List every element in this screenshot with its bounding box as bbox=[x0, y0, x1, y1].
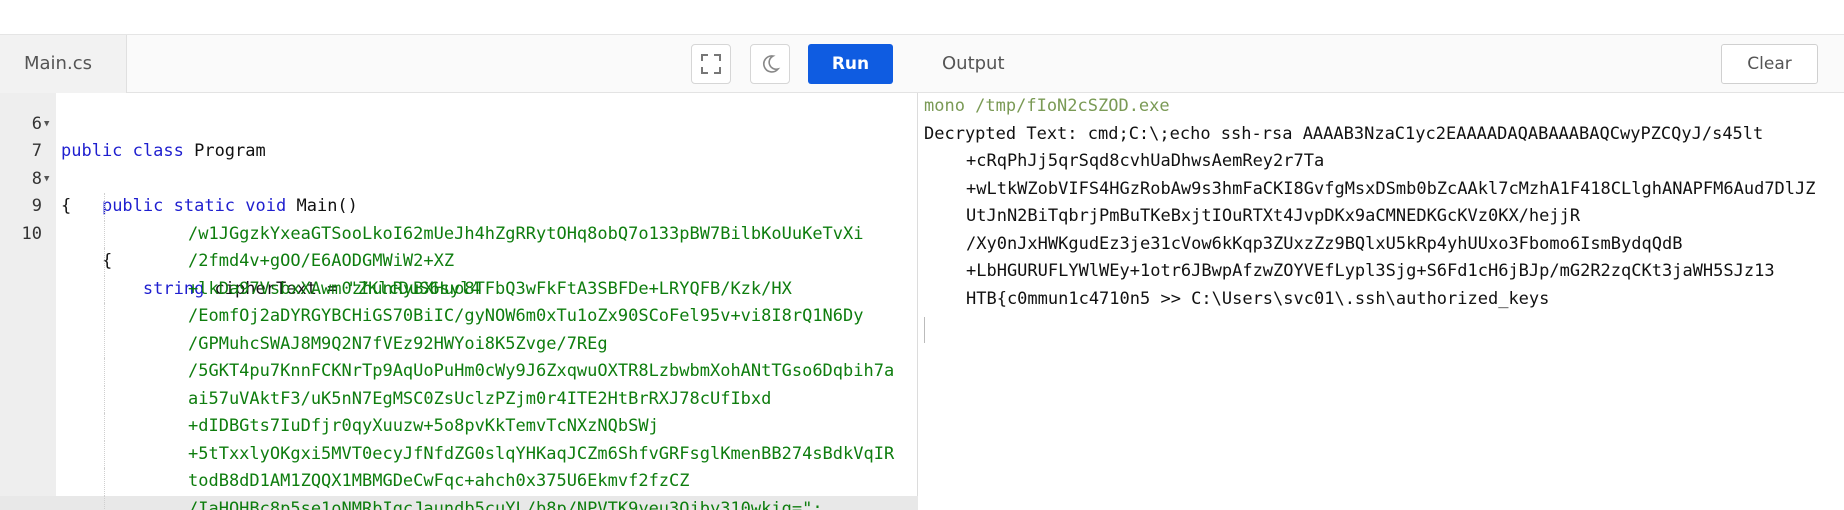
editor-toolbar: Main.cs Run bbox=[0, 35, 918, 93]
output-line: +cRqPhJj5qrSqd8cvhUaDhwsAemRey2r7Ta bbox=[966, 151, 1325, 171]
indent-guide bbox=[104, 248, 105, 276]
tab-main-cs[interactable]: Main.cs bbox=[0, 35, 127, 93]
string-literal-text: /GPMuhcSWAJ8M9Q2N7fVEz92HWYoi8K5Zvge/7RE… bbox=[188, 333, 608, 354]
output-line: +wLtkWZobVIFS4HGzRobAw9s3hmFaCKI8GvfgMsx… bbox=[966, 178, 1816, 199]
top-strip bbox=[0, 0, 1844, 35]
fullscreen-button[interactable] bbox=[691, 44, 731, 84]
code-line-continuation: /2fmd4v+gOO/E6AODGMWiW2+XZ bbox=[0, 248, 918, 276]
string-literal-text: /2fmd4v+gOO/E6AODGMWiW2+XZ bbox=[188, 251, 455, 271]
code-line-continuation: /IaHOHBc8p5se1oNMRbIgcJaundb5cuYL/b8p/NP… bbox=[0, 495, 918, 510]
code-line: 6 public class Program bbox=[0, 93, 918, 162]
string-literal-text: /w1JGgzkYxeaGTSooLkoI62mUeJh4hZgRRytOHq8… bbox=[188, 223, 864, 244]
string-literal-text: +lkDa97VsbxXAwm0zhunRyBXHuo8TFbQ3wFkFtA3… bbox=[188, 278, 792, 299]
indent-guide bbox=[104, 413, 105, 441]
string-literal-text: +5tTxxlyOKgxi5MVT0ecyJfNfdZG0slqYHKaqJCZ… bbox=[188, 443, 895, 464]
string-literal-text: /EomfOj2aDYRGYBCHiGS70BiIC/gyNOW6m0xTu1o… bbox=[188, 306, 864, 326]
code-line-continuation: /5GKT4pu7KnnFCKNrTp9AqUoPuHm0cWy9J6Zxqwu… bbox=[0, 358, 918, 386]
indent-guide bbox=[104, 275, 105, 303]
output-line: UtJnN2BiTqbrjPmBuTKeBxjtIOuRTXt4JvpDKx9a… bbox=[966, 206, 1581, 226]
run-button[interactable]: Run bbox=[808, 44, 893, 84]
output-caret bbox=[924, 317, 925, 343]
indent-guide bbox=[104, 385, 105, 413]
code-line: 7 ▼ { bbox=[0, 111, 918, 217]
indent-guide bbox=[104, 303, 105, 331]
string-literal-text: todB8dD1AM1ZQQX1MBMGDeCwFqc+ahch0x375U6E… bbox=[188, 471, 690, 491]
code-line-continuation: /EomfOj2aDYRGYBCHiGS70BiIC/gyNOW6m0xTu1o… bbox=[0, 303, 918, 331]
string-literal-text: +dIDBGts7IuDfjr0qyXuuzw+5o8pvKkTemvTcNXz… bbox=[188, 416, 659, 436]
fold-arrow-icon[interactable]: ▼ bbox=[44, 111, 49, 139]
string-literal-text: /5GKT4pu7KnnFCKNrTp9AqUoPuHm0cWy9J6Zxqwu… bbox=[188, 361, 895, 381]
output-line: HTB{c0mmun1c4710n5 >> C:\Users\svc01\.ss… bbox=[966, 288, 1550, 309]
code-line-continuation: ai57uVAktF3/uK5nN7EgMSC0ZsUclzPZjm0r4ITE… bbox=[0, 385, 918, 413]
indent-guide bbox=[104, 495, 105, 510]
output-toolbar: Output Clear bbox=[918, 35, 1844, 93]
indent-guide bbox=[104, 330, 105, 358]
moon-icon bbox=[763, 55, 781, 73]
code-line: 8 public static void Main() bbox=[0, 138, 918, 217]
output-line: Decrypted Text: cmd;C:\;echo ssh-rsa AAA… bbox=[924, 123, 1764, 144]
fold-arrow-icon[interactable]: ▼ bbox=[44, 166, 49, 194]
editor-panel: Main.cs Run 6 public class Program 7 ▼ {… bbox=[0, 35, 918, 510]
indent-guide bbox=[104, 193, 105, 221]
indent-guide bbox=[104, 220, 105, 248]
code-editor[interactable]: 6 public class Program 7 ▼ { 8 public st… bbox=[0, 93, 918, 510]
code-line-continuation: todB8dD1AM1ZQQX1MBMGDeCwFqc+ahch0x375U6E… bbox=[0, 468, 918, 496]
output-console: mono /tmp/fIoN2cSZOD.exe Decrypted Text: … bbox=[924, 93, 1842, 343]
fullscreen-icon bbox=[701, 54, 721, 74]
indent-guide bbox=[104, 468, 105, 496]
code-line-continuation: +5tTxxlyOKgxi5MVT0ecyJfNfdZG0slqYHKaqJCZ… bbox=[0, 440, 918, 468]
indent-guide bbox=[104, 358, 105, 386]
theme-toggle-button[interactable] bbox=[750, 44, 790, 84]
indent-guide bbox=[104, 440, 105, 468]
string-literal-text: /IaHOHBc8p5se1oNMRbIgcJaundb5cuYL/b8p/NP… bbox=[188, 498, 823, 510]
output-command-line: mono /tmp/fIoN2cSZOD.exe bbox=[924, 96, 1170, 116]
code-line-continuation: +lkDa97VsbxXAwm0zhunRyBXHuo8TFbQ3wFkFtA3… bbox=[0, 275, 918, 303]
code-lines: 6 public class Program 7 ▼ { 8 public st… bbox=[0, 93, 918, 510]
code-line: 10 string cipherText = "ZKlcDuS6syl4 bbox=[0, 193, 918, 299]
string-literal-text: ai57uVAktF3/uK5nN7EgMSC0ZsUclzPZjm0r4ITE… bbox=[188, 388, 772, 409]
code-line-continuation: /GPMuhcSWAJ8M9Q2N7fVEz92HWYoi8K5Zvge/7RE… bbox=[0, 330, 918, 358]
output-title: Output bbox=[942, 53, 1005, 74]
output-panel: Output Clear mono /tmp/fIoN2cSZOD.exe Dec… bbox=[918, 35, 1844, 510]
code-line: 9 ▼ { bbox=[0, 166, 918, 272]
output-line: +LbHGURUFLYWlWEy+1otr6JBwpAfzwZOYVEfLypl… bbox=[966, 261, 1775, 281]
output-line: /Xy0nJxHWKgudEz3je31cVow6kKqp3ZUxzZz9BQl… bbox=[966, 233, 1683, 254]
code-line-continuation: +dIDBGts7IuDfjr0qyXuuzw+5o8pvKkTemvTcNXz… bbox=[0, 413, 918, 441]
code-line-continuation: /w1JGgzkYxeaGTSooLkoI62mUeJh4hZgRRytOHq8… bbox=[0, 220, 918, 248]
clear-button[interactable]: Clear bbox=[1721, 44, 1818, 84]
